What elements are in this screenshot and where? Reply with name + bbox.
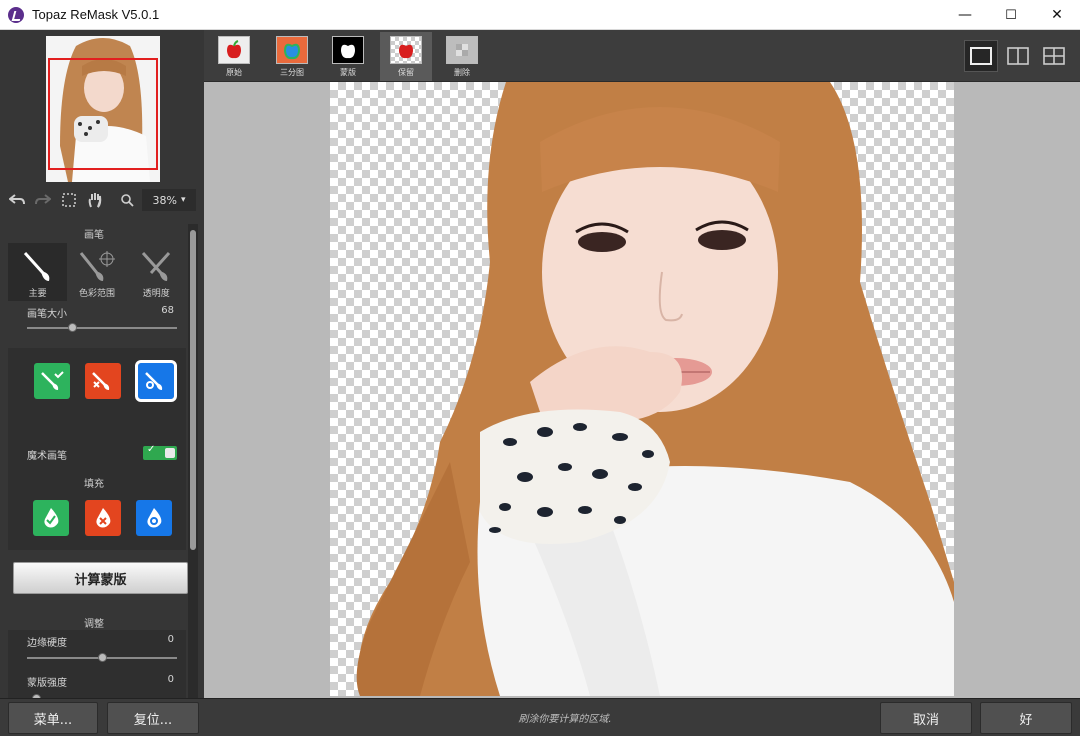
undo-icon[interactable] (4, 189, 30, 211)
tab-color-range[interactable]: 色彩范围 (67, 243, 126, 301)
red-apple-icon (218, 36, 250, 64)
mode-keep-label: 保留 (398, 68, 414, 77)
window-title: Topaz ReMask V5.0.1 (32, 7, 160, 22)
edge-hardness-slider-knob[interactable] (98, 653, 107, 662)
compute-mask-button[interactable]: 计算蒙版 (13, 562, 188, 594)
checker-icon (446, 36, 478, 64)
navigator-thumbnail[interactable] (46, 36, 160, 182)
mode-mask-label: 蒙版 (340, 68, 356, 77)
window-controls: — ☐ ✕ (942, 0, 1080, 30)
left-panel: 38% ▾ 画笔 主要 色彩范围 透明度 画笔大小 68 魔术画笔 ✓ 填充 计… (0, 30, 204, 698)
brush-mode-tabs: 主要 色彩范围 透明度 (8, 243, 186, 301)
mode-delete-label: 删除 (454, 68, 470, 77)
mode-keep[interactable]: 保留 (380, 32, 432, 81)
color-range-brush-icon (79, 251, 115, 281)
keep-fill-button[interactable] (33, 500, 69, 536)
cut-fill-button[interactable] (85, 500, 121, 536)
close-button[interactable]: ✕ (1034, 0, 1080, 30)
redo-icon[interactable] (30, 189, 56, 211)
single-view-button[interactable] (964, 40, 998, 72)
mode-original[interactable]: 原始 (208, 32, 260, 81)
topaz-logo-icon (8, 6, 24, 23)
magic-brush-toggle[interactable] (143, 444, 177, 460)
viewport-rectangle[interactable] (48, 58, 158, 170)
tab-transparency-label: 透明度 (142, 289, 170, 299)
edge-hardness-value: 0 (167, 634, 174, 645)
keep-fill-drop-icon (44, 508, 59, 528)
quad-view-icon (1043, 47, 1065, 65)
keep-brush-button[interactable] (34, 363, 70, 399)
edge-hardness-label: 边缘硬度 (27, 638, 67, 649)
mode-trimap[interactable]: 三分图 (266, 32, 318, 81)
zoom-dropdown[interactable]: 38% ▾ (142, 189, 196, 211)
adjust-section-title: 调整 (84, 619, 104, 630)
menu-button[interactable]: 菜单... (8, 702, 98, 734)
magic-brush-label: 魔术画笔 (27, 451, 67, 462)
compute-brush-icon (145, 372, 163, 390)
cut-brush-button[interactable] (85, 363, 121, 399)
reset-button[interactable]: 复位... (107, 702, 199, 734)
mode-mask[interactable]: 蒙版 (322, 32, 374, 81)
brush-size-label: 画笔大小 (27, 309, 67, 320)
brush-size-slider-knob[interactable] (68, 323, 77, 332)
maximize-button[interactable]: ☐ (988, 0, 1034, 30)
tab-transparency[interactable]: 透明度 (127, 243, 186, 301)
keep-brush-icon (41, 371, 64, 390)
mode-trimap-label: 三分图 (280, 68, 304, 77)
compute-fill-drop-icon (147, 508, 162, 528)
fill-section-title: 填充 (84, 479, 104, 490)
masked-subject-image[interactable] (330, 82, 954, 696)
mask-strength-label: 蒙版强度 (27, 678, 67, 689)
title-bar: Topaz ReMask V5.0.1 — ☐ ✕ (0, 0, 1080, 30)
tri-apple-icon (276, 36, 308, 64)
compute-brush-button[interactable] (135, 360, 177, 402)
status-message: 刷涂你要计算的区域. (518, 714, 612, 725)
brush-size-slider[interactable] (27, 327, 177, 329)
transparency-brush-icon (142, 251, 171, 281)
single-view-icon (970, 47, 992, 65)
cut-fill-drop-icon (96, 508, 111, 528)
white-apple-icon (332, 36, 364, 64)
primary-brush-icon (23, 251, 49, 281)
image-canvas-area[interactable] (204, 82, 1080, 698)
zoom-magnifier-icon[interactable] (114, 189, 140, 211)
view-toolbar: 38% ▾ (0, 187, 204, 213)
cancel-button[interactable]: 取消 (880, 702, 972, 734)
tab-color-range-label: 色彩范围 (78, 289, 115, 299)
quad-view-button[interactable] (1037, 40, 1071, 72)
view-mode-bar: 原始 三分图 蒙版 保留 删除 (204, 30, 1080, 82)
chevron-down-icon: ▾ (180, 195, 186, 205)
brush-section-title: 画笔 (84, 230, 104, 241)
hand-pan-icon[interactable] (82, 189, 108, 211)
ok-button[interactable]: 好 (980, 702, 1072, 734)
minimize-button[interactable]: — (942, 0, 988, 30)
tab-primary-label: 主要 (28, 289, 47, 299)
split-view-icon (1007, 47, 1029, 65)
zoom-value: 38% (152, 193, 177, 207)
panel-scrollbar-thumb[interactable] (190, 230, 196, 550)
brush-size-value: 68 (161, 305, 174, 316)
red-apple-checker-icon (390, 36, 422, 64)
marquee-select-icon[interactable] (56, 189, 82, 211)
tab-primary-brush[interactable]: 主要 (8, 243, 68, 301)
compute-fill-button[interactable] (136, 500, 172, 536)
mask-strength-value: 0 (167, 674, 174, 685)
cut-brush-icon (92, 372, 110, 390)
remask-window: Topaz ReMask V5.0.1 — ☐ ✕ 38% ▾ 画笔 主要 色彩… (0, 0, 1080, 736)
split-view-button[interactable] (1001, 40, 1035, 72)
mode-delete[interactable]: 删除 (436, 32, 488, 81)
mode-original-label: 原始 (226, 68, 242, 77)
bottom-bar: 菜单... 复位... 刷涂你要计算的区域. 取消 好 (0, 698, 1080, 736)
